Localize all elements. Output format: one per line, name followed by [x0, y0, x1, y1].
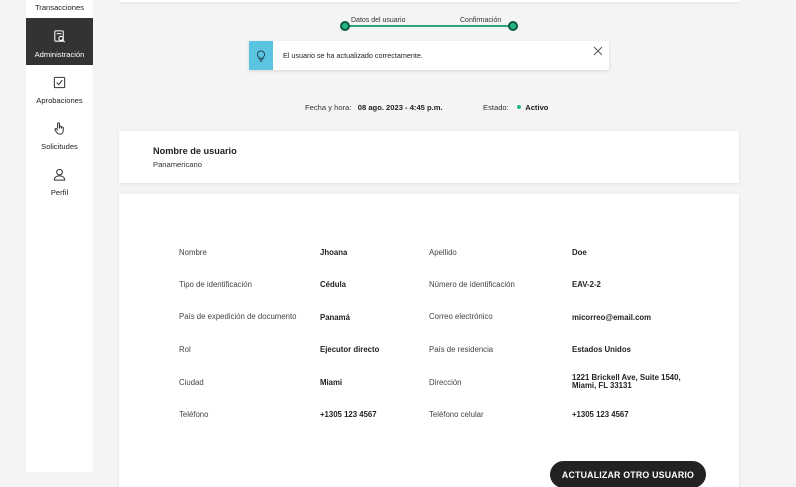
field-value-numero-id: EAV-2-2 — [572, 280, 601, 289]
field-label-telefono: Teléfono — [179, 410, 209, 419]
progress-stepper: Datos del usuario Confirmación — [339, 14, 521, 36]
field-value-tipo-id: Cédula — [320, 280, 346, 289]
field-label-pais-expedicion: País de expedición de documento — [179, 312, 297, 321]
field-value-correo: micorreo@email.com — [572, 313, 652, 322]
username-card: Nombre de usuario Panamericano — [119, 131, 739, 183]
field-value-nombre: Jhoana — [320, 248, 348, 257]
field-label-direccion: Dirección — [429, 378, 462, 387]
lightbulb-icon — [256, 49, 266, 62]
field-label-tipo-id: Tipo de identificación — [179, 280, 252, 289]
user-icon — [53, 168, 66, 181]
field-value-ciudad: Miami — [320, 378, 343, 387]
date-label: Fecha y hora: — [305, 103, 352, 112]
top-card-edge — [119, 0, 739, 2]
success-alert: El usuario se ha actualizado correctamen… — [249, 41, 609, 70]
sidebar-item-label: Solicitudes — [41, 142, 78, 151]
field-label-ciudad: Ciudad — [179, 378, 204, 387]
field-label-correo: Correo electrónico — [429, 312, 493, 321]
alert-message: El usuario se ha actualizado correctamen… — [283, 51, 423, 60]
field-value-telefono: +1305 123 4567 — [320, 410, 377, 419]
stepper-line — [345, 25, 513, 27]
field-label-pais-residencia: País de residencia — [429, 345, 494, 354]
username-value: Panamericano — [153, 160, 202, 169]
checkbox-icon — [53, 76, 66, 89]
sidebar-item-transacciones[interactable]: Transacciones — [26, 3, 93, 17]
search-document-icon — [54, 30, 66, 43]
update-another-user-button[interactable]: ACTUALIZAR OTRO USUARIO — [550, 461, 706, 487]
sidebar-item-solicitudes[interactable]: Solicitudes — [26, 121, 93, 155]
date-value: 08 ago. 2023 - 4:45 p.m. — [357, 103, 443, 112]
alert-icon-box — [249, 41, 273, 70]
step-dot-2 — [508, 21, 518, 31]
field-value-rol: Ejecutor directo — [320, 345, 380, 354]
sidebar-item-perfil[interactable]: Perfil — [26, 167, 93, 201]
sidebar-item-label: Administración — [34, 50, 85, 59]
username-title: Nombre de usuario — [153, 146, 237, 156]
field-value-direccion-line2: Miami, FL 33131 — [572, 381, 632, 390]
sidebar-item-administracion[interactable]: Administración — [26, 18, 93, 65]
field-value-apellido: Doe — [572, 248, 587, 257]
sidebar-item-aprobaciones[interactable]: Aprobaciones — [26, 75, 93, 109]
sidebar-item-label: Aprobaciones — [36, 96, 83, 105]
status-label: Estado: — [483, 103, 509, 112]
status-dot — [517, 105, 522, 109]
date-time-info: Fecha y hora: 08 ago. 2023 - 4:45 p.m. — [305, 103, 443, 112]
user-details-card: Nombre Jhoana Apellido Doe Tipo de ident… — [119, 194, 739, 487]
sidebar-item-label: Transacciones — [34, 3, 85, 12]
step-label-1: Datos del usuario — [351, 17, 406, 24]
hand-pointer-icon — [54, 122, 64, 135]
field-value-pais-residencia: Estados Unidos — [572, 345, 631, 354]
step-dot-1 — [340, 21, 350, 31]
step-label-2: Confirmación — [460, 17, 502, 24]
field-label-rol: Rol — [179, 345, 191, 354]
sidebar: Transacciones Administración Aprobacione… — [26, 0, 93, 472]
field-label-telefono-celular: Teléfono celular — [429, 410, 484, 419]
status-info: Estado: Activo — [483, 103, 548, 112]
close-icon[interactable] — [593, 46, 603, 56]
field-label-apellido: Apellido — [429, 248, 457, 257]
status-value: Activo — [525, 103, 549, 112]
field-value-pais-expedicion: Panamá — [320, 313, 350, 322]
field-label-numero-id: Número de identificación — [429, 280, 515, 289]
sidebar-item-label: Perfil — [50, 188, 69, 197]
field-value-telefono-celular: +1305 123 4567 — [572, 410, 629, 419]
field-label-nombre: Nombre — [179, 248, 207, 257]
